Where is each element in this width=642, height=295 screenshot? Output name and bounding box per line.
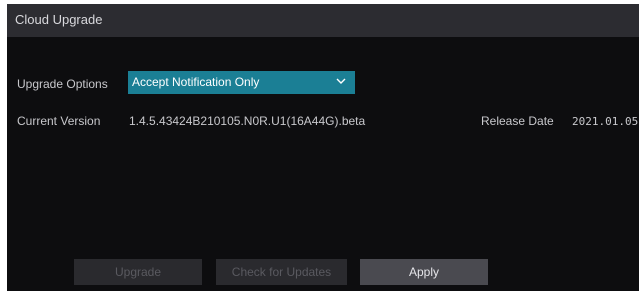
cloud-upgrade-window: Cloud Upgrade Upgrade Options Accept Not… <box>7 4 639 291</box>
upgrade-options-dropdown[interactable]: Accept Notification Only <box>128 71 355 94</box>
upgrade-options-selected-value: Accept Notification Only <box>132 75 260 89</box>
apply-button[interactable]: Apply <box>360 259 488 285</box>
release-date-label: Release Date <box>481 114 554 128</box>
chevron-down-icon <box>336 78 346 84</box>
check-for-updates-button[interactable]: Check for Updates <box>216 259 347 285</box>
release-date-value: 2021.01.05 <box>572 115 639 128</box>
current-version-label: Current Version <box>17 114 101 128</box>
current-version-value: 1.4.5.43424B210105.N0R.U1(16A44G).beta <box>129 114 366 128</box>
title-bar: Cloud Upgrade <box>7 4 639 37</box>
upgrade-button[interactable]: Upgrade <box>74 259 202 285</box>
upgrade-options-label: Upgrade Options <box>17 77 108 91</box>
window-title: Cloud Upgrade <box>15 12 103 27</box>
